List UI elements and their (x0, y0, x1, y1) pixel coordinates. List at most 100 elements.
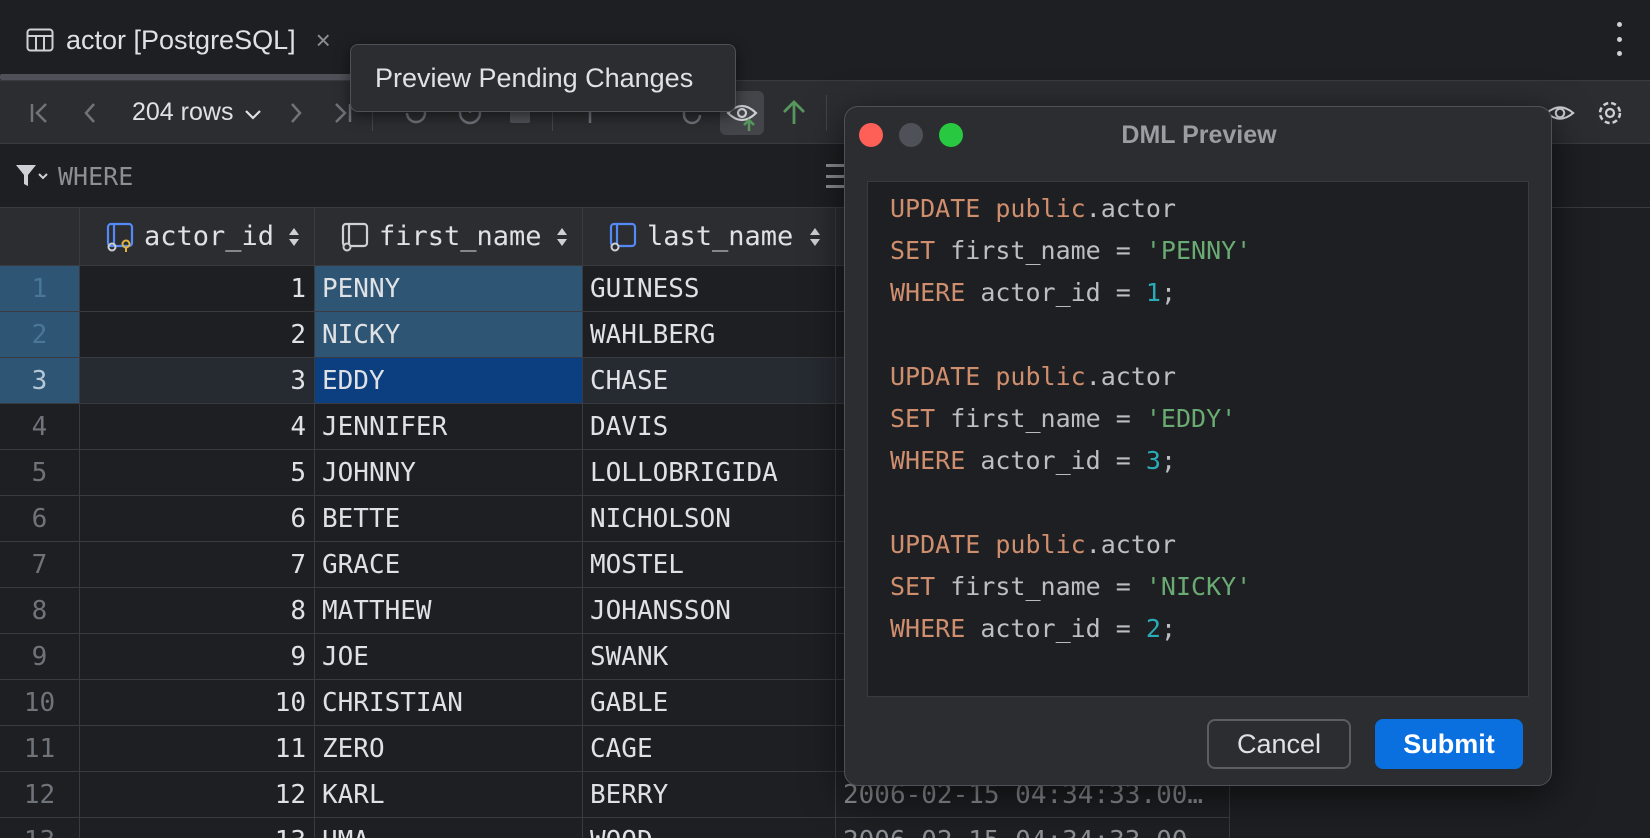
actor-id-cell[interactable]: 11 (80, 726, 315, 772)
actor-id-cell[interactable]: 5 (80, 450, 315, 496)
last-name-cell[interactable]: WAHLBERG (583, 312, 836, 358)
row-number-header (0, 208, 80, 266)
filter-icon[interactable] (14, 162, 48, 190)
tooltip-preview-pending-changes: Preview Pending Changes (350, 44, 736, 112)
code-line: WHERE actor_id = 1; (890, 272, 1528, 314)
actor-id-cell[interactable]: 9 (80, 634, 315, 680)
code-token: WHERE (890, 446, 966, 475)
first-name-cell[interactable]: BETTE (315, 496, 583, 542)
last-name-cell[interactable]: GUINESS (583, 266, 836, 312)
more-options-icon[interactable] (1614, 22, 1624, 56)
previous-page-icon[interactable] (74, 97, 106, 129)
first-name-cell[interactable]: NICKY (315, 312, 583, 358)
code-token: actor_id = (965, 446, 1146, 475)
row-number-cell: 3 (0, 358, 80, 404)
last-name-cell[interactable]: MOSTEL (583, 542, 836, 588)
code-token: 3 (1145, 446, 1161, 475)
code-token: public (995, 530, 1086, 559)
row-number-cell: 11 (0, 726, 80, 772)
last-name-cell[interactable]: SWANK (583, 634, 836, 680)
last-name-cell[interactable]: LOLLOBRIGIDA (583, 450, 836, 496)
code-token: 'EDDY' (1145, 404, 1237, 433)
row-count-selector[interactable]: 204 rows (132, 98, 233, 127)
code-line: UPDATE public.actor (890, 356, 1528, 398)
code-line: SET first_name = 'NICKY' (890, 566, 1528, 608)
where-filter-input[interactable]: WHERE (58, 162, 133, 191)
actor-id-cell[interactable]: 6 (80, 496, 315, 542)
sql-code-editor[interactable]: UPDATE public.actor SET first_name = 'PEN… (867, 181, 1529, 697)
actor-id-cell[interactable]: 13 (80, 818, 315, 838)
first-name-cell[interactable]: JOHNNY (315, 450, 583, 496)
first-name-cell[interactable]: ZERO (315, 726, 583, 772)
first-name-cell[interactable]: CHRISTIAN (315, 680, 583, 726)
dml-preview-dialog: DML Preview UPDATE public.actor SET first… (844, 106, 1552, 786)
last-name-cell[interactable]: NICHOLSON (583, 496, 836, 542)
code-token: .actor (1085, 362, 1176, 391)
actor-id-cell[interactable]: 10 (80, 680, 315, 726)
cancel-button[interactable]: Cancel (1207, 719, 1351, 769)
code-line: WHERE actor_id = 2; (890, 608, 1528, 650)
last-name-cell[interactable]: DAVIS (583, 404, 836, 450)
code-token: UPDATE (890, 362, 981, 391)
code-token: ; (1160, 614, 1177, 643)
code-token: public (995, 362, 1086, 391)
first-name-cell[interactable]: UMA (315, 818, 583, 838)
first-name-cell[interactable]: EDDY (315, 358, 583, 404)
last-name-cell[interactable]: CHASE (583, 358, 836, 404)
sort-icon[interactable] (809, 226, 821, 248)
primary-key-column-icon (106, 222, 134, 252)
tab-actor[interactable]: actor [PostgreSQL] × (0, 0, 372, 80)
column-header-last-name[interactable]: last_name (583, 208, 836, 266)
filter-lines-icon[interactable] (826, 164, 846, 188)
first-name-cell[interactable]: PENNY (315, 266, 583, 312)
actor-id-cell[interactable]: 2 (80, 312, 315, 358)
code-token: 2 (1145, 614, 1161, 643)
actor-id-cell[interactable]: 7 (80, 542, 315, 588)
actor-id-cell[interactable]: 4 (80, 404, 315, 450)
code-token: 'NICKY' (1145, 572, 1252, 601)
actor-id-cell[interactable]: 3 (80, 358, 315, 404)
submit-upload-icon[interactable] (778, 97, 810, 129)
sort-icon[interactable] (556, 226, 568, 248)
chevron-down-icon[interactable] (244, 99, 262, 129)
row-number-cell: 10 (0, 680, 80, 726)
code-token: first_name = (935, 572, 1146, 601)
last-name-cell[interactable]: BERRY (583, 772, 836, 818)
last-name-cell[interactable]: JOHANSSON (583, 588, 836, 634)
last-name-cell[interactable]: WOOD (583, 818, 836, 838)
code-token: WHERE (890, 278, 966, 307)
code-token: first_name = (935, 404, 1146, 433)
row-number-cell: 12 (0, 772, 80, 818)
first-name-cell[interactable]: GRACE (315, 542, 583, 588)
next-page-icon[interactable] (280, 97, 312, 129)
first-page-icon[interactable] (24, 97, 56, 129)
close-icon[interactable]: × (316, 25, 331, 56)
dialog-title: DML Preview (1121, 121, 1277, 149)
table-row[interactable]: 1313UMAWOOD2006-02-15 04:34:33.00… (0, 818, 1230, 838)
code-token: SET (890, 404, 936, 433)
submit-button[interactable]: Submit (1375, 719, 1523, 769)
first-name-cell[interactable]: MATTHEW (315, 588, 583, 634)
row-number-cell: 7 (0, 542, 80, 588)
code-line: UPDATE public.actor (890, 524, 1528, 566)
row-number-cell: 13 (0, 818, 80, 838)
actor-id-cell[interactable]: 8 (80, 588, 315, 634)
sort-icon[interactable] (288, 226, 300, 248)
first-name-cell[interactable]: KARL (315, 772, 583, 818)
actor-id-cell[interactable]: 12 (80, 772, 315, 818)
code-line: UPDATE public.actor (890, 188, 1528, 230)
column-header-first-name[interactable]: first_name (315, 208, 583, 266)
first-name-cell[interactable]: JOE (315, 634, 583, 680)
code-token: UPDATE (890, 194, 981, 223)
first-name-cell[interactable]: JENNIFER (315, 404, 583, 450)
gear-icon[interactable] (1594, 97, 1626, 129)
column-header-actor-id[interactable]: actor_id (80, 208, 315, 266)
last-name-cell[interactable]: GABLE (583, 680, 836, 726)
last-update-cell[interactable]: 2006-02-15 04:34:33.00… (836, 818, 1230, 838)
column-header-label: actor_id (144, 221, 275, 252)
last-name-cell[interactable]: CAGE (583, 726, 836, 772)
code-token: .actor (1085, 194, 1176, 223)
actor-id-cell[interactable]: 1 (80, 266, 315, 312)
